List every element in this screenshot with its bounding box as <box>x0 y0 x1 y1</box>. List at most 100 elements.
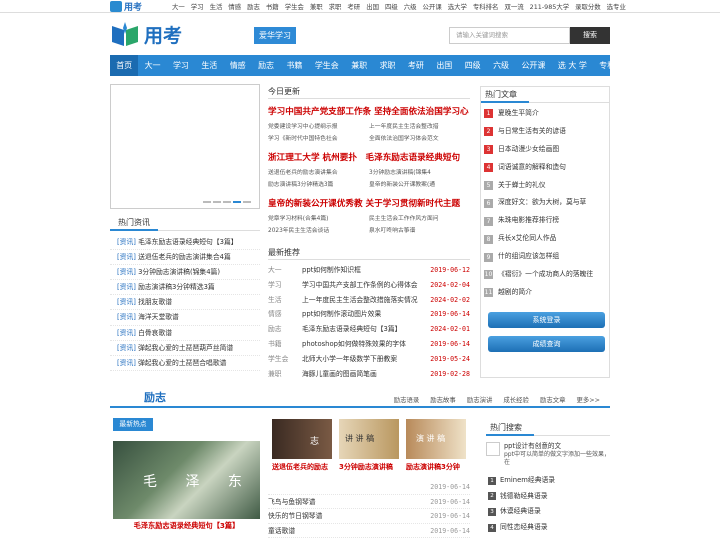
top-link[interactable]: 学习 <box>191 2 204 11</box>
nav-item[interactable]: 专科排名 <box>593 55 637 76</box>
thumb-image-2[interactable]: 讲 讲 稿 <box>339 419 399 459</box>
top-link[interactable]: 兼职 <box>310 2 323 11</box>
row-title[interactable]: 上一年度民主生活会整改措施落实情况 <box>302 293 426 308</box>
item-tag[interactable]: [资讯] <box>117 238 136 246</box>
top-link[interactable]: 求职 <box>329 2 342 11</box>
slideshow[interactable] <box>110 84 260 209</box>
table-row[interactable]: 书籍 photoshop如何做特殊效果的字体 2019-06-14 <box>268 337 470 352</box>
item-title[interactable]: 飞鸟与鱼钢琴谱 <box>268 495 430 509</box>
top-link[interactable]: 四级 <box>385 2 398 11</box>
item-tag[interactable]: [资讯] <box>117 329 136 337</box>
list-item[interactable]: 7 朱珠电影推荐排行榜 <box>481 212 609 230</box>
row-title[interactable]: ppt如何制作知识框 <box>302 263 426 278</box>
list-item[interactable]: 9 什的组词应该怎样组 <box>481 248 609 266</box>
top-link[interactable]: 情感 <box>228 2 241 11</box>
list-item[interactable]: 快乐的节日钢琴谱 2019-06-14 <box>268 509 470 524</box>
list-item[interactable]: 4 词语诚意的解释和造句 <box>481 159 609 177</box>
top-link[interactable]: 录取分数 <box>575 2 601 11</box>
top-link[interactable]: 出国 <box>366 2 379 11</box>
table-row[interactable]: 大一 ppt如何制作知识框 2019-06-12 <box>268 263 470 278</box>
list-item[interactable]: 4 同性恋经典语录 <box>486 520 610 536</box>
nav-item[interactable]: 情感 <box>224 55 252 76</box>
pair-link[interactable]: 皇帝的新装公开课教案(通 <box>369 179 470 191</box>
item-text[interactable]: 夏晚生平简介 <box>498 105 539 123</box>
search-input[interactable]: 请输入关键词搜索 <box>449 27 570 44</box>
item-text[interactable]: Eminem经典语录 <box>500 473 555 489</box>
top-link[interactable]: 211-985大学 <box>530 2 569 11</box>
list-item[interactable]: [资讯] 白骨哀歌谱 <box>110 326 260 341</box>
top-link[interactable]: 选大学 <box>448 2 467 11</box>
list-item[interactable]: 2 钱德勒经典语录 <box>486 489 610 505</box>
slide-dot[interactable] <box>203 201 211 203</box>
item-text[interactable]: 日本动漫少女绘画图 <box>498 141 559 159</box>
list-item[interactable]: [资讯] 海洋天堂歌谱 <box>110 310 260 326</box>
list-item[interactable]: 2 与日常生活有关的谚语 <box>481 123 609 141</box>
list-item[interactable]: [资讯] 励志演讲稿3分钟精选3篇 <box>110 280 260 296</box>
item-text[interactable]: 深度好文：欲为大树，莫与草 <box>498 194 586 212</box>
pair-link[interactable]: 2023年民主生活会谈话 <box>268 225 369 237</box>
section-link[interactable]: 励志文章 <box>540 395 566 404</box>
pair-link[interactable]: 上一年度民主生活会整改措 <box>369 121 470 133</box>
list-item[interactable]: 5 关于蝉士的礼仪 <box>481 177 609 195</box>
thumb-image-3[interactable]: 演 讲 稿 <box>406 419 466 459</box>
item-text[interactable]: 越剧的简介 <box>498 284 532 302</box>
item-title[interactable] <box>268 480 430 494</box>
section-link[interactable]: 更多>> <box>577 395 601 404</box>
row-category[interactable]: 学生会 <box>268 352 302 367</box>
item-text[interactable]: 弹起我心爱的土琵琶葫芦丝简谱 <box>136 344 233 352</box>
nav-item[interactable]: 首页 <box>110 55 139 76</box>
nav-item[interactable]: 书籍 <box>280 55 308 76</box>
top-link[interactable]: 考研 <box>347 2 360 11</box>
item-text[interactable]: 送退伍老兵的励志演讲集合4篇 <box>136 253 231 261</box>
pair-link[interactable]: 励志演讲稿3分钟精选3篇 <box>268 179 369 191</box>
table-row[interactable]: 情感 ppt如何制作滚动图片效果 2019-06-14 <box>268 307 470 322</box>
list-item[interactable]: 8 兵长x艾伦同人作品 <box>481 230 609 248</box>
section-link[interactable]: 励志演讲 <box>467 395 493 404</box>
item-tag[interactable]: [资讯] <box>117 313 136 321</box>
table-row[interactable]: 生活 上一年度民主生活会整改措施落实情况 2024-02-02 <box>268 293 470 308</box>
top-link[interactable]: 六级 <box>404 2 417 11</box>
new-hot-caption[interactable]: 毛泽东励志语录经典短句【3篇】 <box>113 521 260 531</box>
table-row[interactable]: 兼职 海豚儿童画的图画简笔画 2019-02-28 <box>268 367 470 382</box>
item-tag[interactable]: [资讯] <box>117 359 136 367</box>
list-item[interactable]: [资讯] 弹起我心爱的土琵琶合唱歌谱 <box>110 356 260 371</box>
item-title[interactable]: 童话歌谱 <box>268 524 430 538</box>
list-item[interactable]: 2019-06-14 <box>268 480 470 495</box>
item-text[interactable]: 关于蝉士的礼仪 <box>498 177 546 195</box>
table-row[interactable]: 学习 学习中国共产支部工作条例的心得体会 2024-02-04 <box>268 278 470 293</box>
row-title[interactable]: 北师大小学一年级数学下册教案 <box>302 352 426 367</box>
thumb-caption-2[interactable]: 3分钟励志演讲稿 <box>339 462 393 472</box>
pair-link[interactable]: 全面依法治国学习体会范文 <box>369 133 470 145</box>
row-title[interactable]: photoshop如何做特殊效果的字体 <box>302 337 426 352</box>
nav-item[interactable]: 四级 <box>459 55 487 76</box>
section-link[interactable]: 励志故事 <box>430 395 456 404</box>
top-link[interactable]: 学生会 <box>285 2 304 11</box>
list-item[interactable]: [资讯] 弹起我心爱的土琵琶葫芦丝简谱 <box>110 341 260 356</box>
system-login-button[interactable]: 系统登录 <box>488 312 605 328</box>
thumb-caption-1[interactable]: 送退伍老兵的励志 <box>272 462 328 472</box>
top-link[interactable]: 书籍 <box>266 2 279 11</box>
pair-link[interactable]: 民主生活会工作作风方面问 <box>369 213 470 225</box>
item-text[interactable]: 励志演讲稿3分钟精选3篇 <box>136 283 215 291</box>
nav-item[interactable]: 求职 <box>373 55 401 76</box>
list-item[interactable]: 1 夏晚生平简介 <box>481 105 609 123</box>
list-item[interactable]: 3 日本动漫少女绘画图 <box>481 141 609 159</box>
nav-item[interactable]: 生活 <box>195 55 223 76</box>
list-item[interactable]: [资讯] 找朋友歌谱 <box>110 295 260 311</box>
search-button[interactable]: 搜索 <box>570 27 610 44</box>
row-category[interactable]: 兼职 <box>268 367 302 382</box>
item-text[interactable]: 与日常生活有关的谚语 <box>498 123 566 141</box>
list-item[interactable]: 童话歌谱 2019-06-14 <box>268 524 470 539</box>
item-text[interactable]: 3分钟励志演讲稿(锦集4篇) <box>136 268 220 276</box>
site-logo[interactable]: 用考 <box>110 20 182 48</box>
nav-item[interactable]: 出国 <box>430 55 458 76</box>
nav-item[interactable]: 学习 <box>167 55 195 76</box>
nav-item[interactable]: 六级 <box>487 55 515 76</box>
row-category[interactable]: 生活 <box>268 293 302 308</box>
new-hot-image[interactable]: 毛 泽 东 <box>113 441 260 519</box>
item-text[interactable]: 兵长x艾伦同人作品 <box>498 230 556 248</box>
item-tag[interactable]: [资讯] <box>117 283 136 291</box>
item-text[interactable]: 朱珠电影推荐排行榜 <box>498 212 559 230</box>
top-link[interactable]: 励志 <box>247 2 260 11</box>
list-item[interactable]: 6 深度好文：欲为大树，莫与草 <box>481 194 609 212</box>
